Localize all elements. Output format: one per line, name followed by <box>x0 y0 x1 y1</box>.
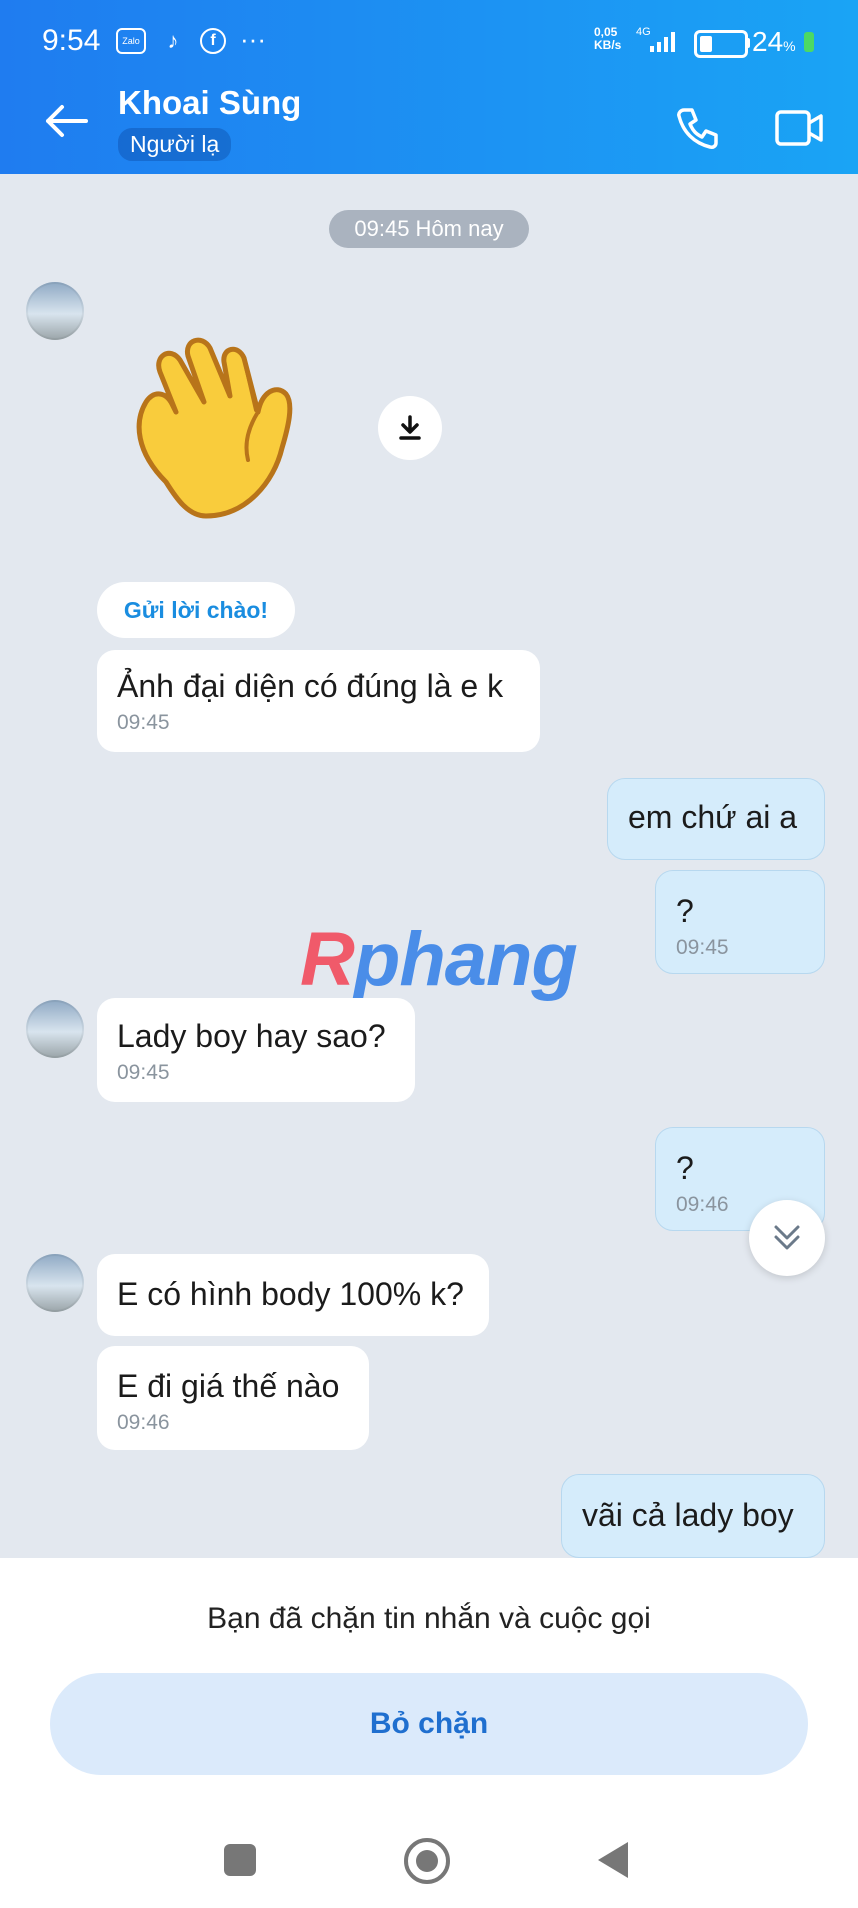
back-arrow-icon[interactable] <box>44 104 88 138</box>
avatar[interactable] <box>26 1000 84 1058</box>
tiktok-icon: ♪ <box>167 28 179 53</box>
network-type: 4G <box>636 26 651 38</box>
message-bubble[interactable]: E có hình body 100% k? <box>97 1254 489 1336</box>
blocked-notice: Bạn đã chặn tin nhắn và cuộc gọi <box>207 1602 651 1635</box>
more-notifications-icon: ··· <box>240 24 266 54</box>
charging-icon <box>804 32 814 52</box>
signal-icon <box>650 28 675 52</box>
download-button[interactable] <box>378 396 442 460</box>
system-nav-bar <box>0 1838 858 1908</box>
battery-percent: 24% <box>752 26 796 57</box>
unblock-button[interactable]: Bỏ chặn <box>50 1673 808 1775</box>
waving-hand-sticker[interactable] <box>126 332 336 532</box>
video-call-icon[interactable] <box>774 106 824 150</box>
message-bubble[interactable]: Lady boy hay sao? 09:45 <box>97 998 415 1102</box>
home-icon[interactable] <box>404 1838 450 1884</box>
net-speed: 0,05 KB/s <box>594 25 622 52</box>
watermark-logo: Rphang <box>300 917 578 1002</box>
back-icon[interactable] <box>598 1842 628 1878</box>
notification-icons: Zalo ♪ f ··· <box>116 24 266 54</box>
scroll-to-bottom-button[interactable] <box>749 1200 825 1276</box>
status-bar: 9:54 Zalo ♪ f ··· 0,05 KB/s 4G 24% <box>0 0 858 84</box>
message-bubble[interactable]: vãi cả lady boy <box>561 1474 825 1558</box>
message-bubble[interactable]: em chứ ai a <box>607 778 825 860</box>
avatar[interactable] <box>26 282 84 340</box>
avatar[interactable] <box>26 1254 84 1312</box>
message-bubble[interactable]: Ảnh đại diện có đúng là e k 09:45 <box>97 650 540 752</box>
message-bubble[interactable]: E đi giá thế nào 09:46 <box>97 1346 369 1450</box>
app-header: 9:54 Zalo ♪ f ··· 0,05 KB/s 4G 24% Khoai… <box>0 0 858 174</box>
zalo-icon: Zalo <box>116 28 146 54</box>
recent-apps-icon[interactable] <box>224 1844 256 1876</box>
contact-name[interactable]: Khoai Sùng <box>118 84 301 122</box>
download-icon <box>399 415 421 440</box>
message-bubble[interactable]: ? 09:45 <box>655 870 825 974</box>
date-separator: 09:45 Hôm nay <box>329 210 529 248</box>
greeting-chip[interactable]: Gửi lời chào! <box>97 582 295 638</box>
status-time: 9:54 <box>42 24 101 57</box>
phone-call-icon[interactable] <box>674 104 722 152</box>
double-chevron-down-icon <box>774 1225 800 1250</box>
stranger-badge: Người lạ <box>118 128 232 161</box>
facebook-icon: f <box>200 28 226 54</box>
battery-icon <box>694 30 748 58</box>
